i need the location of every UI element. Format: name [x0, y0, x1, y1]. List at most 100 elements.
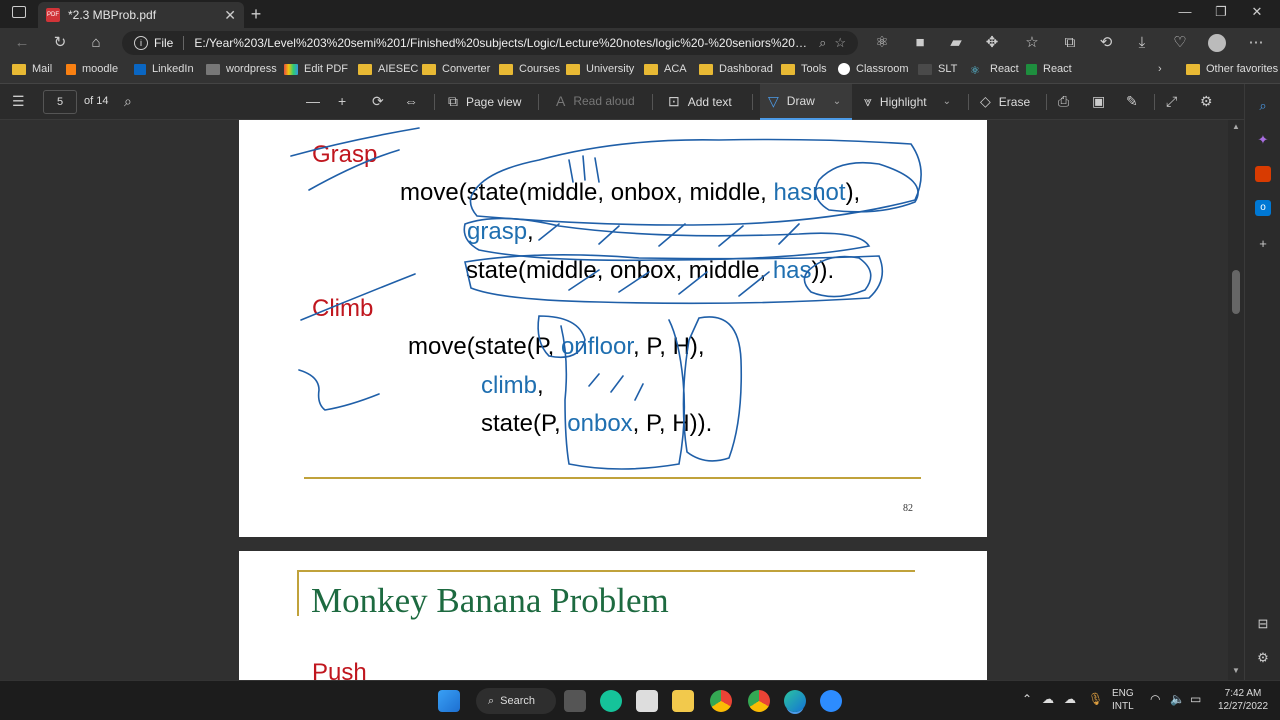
bookmark-wordpress[interactable]: wordpress [206, 63, 277, 75]
bookmark-courses[interactable]: Courses [499, 63, 560, 75]
favorite-star-icon[interactable]: ☆ [834, 35, 846, 51]
browser-tab[interactable]: PDF *2.3 MBProb.pdf ✕ [38, 2, 244, 28]
extension-icon-3[interactable]: ▰ [946, 34, 966, 52]
page-number-input[interactable]: 5 [43, 90, 77, 114]
fit-page-icon[interactable]: ⇔ [404, 93, 426, 109]
favorites-icon[interactable]: ☆ [1022, 34, 1042, 52]
add-text-button[interactable]: ⊡ Add text [668, 93, 732, 110]
read-aloud-label: Read aloud [573, 94, 635, 108]
find-icon[interactable]: ⌕ [124, 93, 140, 110]
cloud-sync-icon[interactable]: ☁ [1064, 693, 1076, 706]
battery-icon[interactable]: ▭ [1190, 693, 1201, 706]
outlook-icon[interactable]: o [1255, 200, 1271, 216]
pdf-icon: PDF [46, 8, 60, 22]
history-icon[interactable]: ⟲ [1096, 34, 1116, 52]
bookmark-converter[interactable]: Converter [422, 63, 490, 75]
bookmarks-overflow-chevron-icon[interactable]: › [1158, 63, 1162, 75]
bookmark-slt[interactable]: SLT [918, 63, 957, 75]
file-explorer-icon[interactable] [672, 690, 694, 712]
volume-icon[interactable]: 🔈 [1170, 693, 1185, 706]
bookmark-aca[interactable]: ACA [644, 63, 687, 75]
bookmark-moodle[interactable]: moodle [66, 63, 118, 75]
scroll-down-icon[interactable]: ▼ [1232, 666, 1240, 675]
bookmark-classroom[interactable]: Classroom [838, 63, 909, 75]
bookmark-other-favorites[interactable]: Other favorites [1186, 63, 1278, 75]
task-view-icon[interactable] [564, 690, 586, 712]
clock[interactable]: 7:42 AM 12/27/2022 [1214, 687, 1272, 713]
close-tab-icon[interactable]: ✕ [224, 7, 236, 24]
highlight-button[interactable]: ⩔ Highlight ⌄ [864, 93, 951, 110]
bookmark-label: Classroom [856, 63, 909, 75]
print-icon[interactable]: ⎙ [1058, 93, 1077, 110]
save-icon[interactable]: ▣ [1092, 93, 1113, 110]
bookmark-label: moodle [82, 63, 119, 75]
vertical-scrollbar[interactable]: ▲ ▼ [1228, 120, 1244, 680]
back-button[interactable]: ← [12, 34, 32, 52]
sidebar-settings-icon[interactable]: ⚙ [1255, 650, 1271, 666]
scrollbar-thumb[interactable] [1232, 270, 1240, 314]
home-button[interactable]: ⌂ [86, 34, 106, 52]
notepad-icon[interactable] [636, 690, 658, 712]
zoom-icon[interactable] [820, 690, 842, 712]
draw-button[interactable]: ▽ Draw ⌄ [760, 84, 852, 120]
fullscreen-icon[interactable]: ⤢ [1166, 93, 1185, 110]
tab-actions-icon[interactable] [12, 6, 26, 18]
grammarly-icon[interactable] [600, 690, 622, 712]
read-aloud-button[interactable]: A Read aloud [556, 93, 635, 109]
url-field[interactable]: i File E:/Year%203/Level%203%20semi%201/… [122, 31, 858, 55]
wifi-icon[interactable]: ◠ [1150, 693, 1160, 706]
extensions-puzzle-icon[interactable]: ✥ [982, 34, 1002, 52]
close-window-button[interactable]: ✕ [1234, 4, 1280, 20]
start-button-windows-icon[interactable] [438, 690, 460, 712]
extension-icon-2[interactable]: ■ [910, 34, 930, 52]
chrome-icon[interactable] [710, 690, 732, 712]
office-icon[interactable] [1255, 166, 1271, 182]
zoom-out-icon[interactable]: — [306, 93, 328, 109]
zoom-icon[interactable]: ⌕ [819, 35, 826, 51]
bookmark-edit-pdf[interactable]: Edit PDF [284, 63, 348, 75]
info-icon[interactable]: i [134, 36, 148, 50]
extension-icon[interactable]: ⚛ [872, 34, 892, 52]
add-sidebar-app-icon[interactable]: + [1255, 236, 1271, 252]
chrome-profile-icon[interactable] [748, 690, 770, 712]
rotate-icon[interactable]: ⟳ [372, 93, 392, 110]
bookmark-react-1[interactable]: ⚛ React [970, 63, 1019, 77]
collections-icon[interactable]: ⧉ [1060, 34, 1080, 52]
search-icon[interactable]: ⌕ [1255, 98, 1271, 114]
onedrive-icon[interactable]: ☁ [1042, 693, 1054, 706]
bookmark-university[interactable]: University [566, 63, 634, 75]
bookmark-dashborad[interactable]: Dashborad [699, 63, 773, 75]
hide-sidebar-icon[interactable]: ⊟ [1255, 616, 1271, 632]
draw-options-chevron-icon[interactable]: ⌄ [833, 96, 841, 107]
table-of-contents-icon[interactable]: ☰ [12, 93, 33, 110]
zoom-in-icon[interactable]: + [338, 93, 354, 109]
erase-button[interactable]: ◇ Erase [980, 93, 1030, 110]
browser-essentials-icon[interactable]: ♡ [1170, 34, 1190, 52]
scroll-up-icon[interactable]: ▲ [1232, 122, 1240, 131]
more-menu-icon[interactable]: ⋯ [1246, 34, 1266, 52]
settings-gear-icon[interactable]: ⚙ [1200, 93, 1221, 110]
bookmark-tools[interactable]: Tools [781, 63, 827, 75]
url-text: E:/Year%203/Level%203%20semi%201/Finishe… [194, 36, 812, 50]
bookmark-mail[interactable]: Mail [12, 63, 52, 75]
moodle-icon [66, 63, 76, 75]
refresh-button[interactable]: ↻ [50, 34, 70, 52]
new-tab-button[interactable]: + [246, 4, 266, 25]
pdf-viewer[interactable]: Grasp move(state(middle, onbox, middle, … [0, 120, 1228, 680]
copilot-icon[interactable]: ✦ [1255, 132, 1271, 148]
page-view-button[interactable]: ⧉ Page view [448, 93, 521, 110]
bookmark-linkedin[interactable]: LinkedIn [134, 63, 194, 75]
downloads-icon[interactable]: ⤓ [1132, 34, 1152, 52]
save-as-icon[interactable]: ✎ [1126, 93, 1146, 110]
edge-icon[interactable] [784, 690, 806, 712]
input-language[interactable]: ENG INTL [1112, 687, 1134, 713]
highlight-options-chevron-icon[interactable]: ⌄ [943, 96, 951, 107]
bookmark-react-2[interactable]: React [1026, 63, 1072, 75]
taskbar-search[interactable]: ⌕ Search [476, 688, 556, 714]
tray-overflow-chevron-icon[interactable]: ⌃ [1022, 693, 1032, 706]
microphone-icon[interactable]: 🎙 [1088, 693, 1103, 706]
profile-avatar[interactable] [1208, 34, 1226, 52]
slide-title: Monkey Banana Problem [311, 581, 669, 620]
climb-line-1: move(state(P, onfloor, P, H), [408, 333, 705, 361]
bookmark-aiesec[interactable]: AIESEC [358, 63, 418, 75]
